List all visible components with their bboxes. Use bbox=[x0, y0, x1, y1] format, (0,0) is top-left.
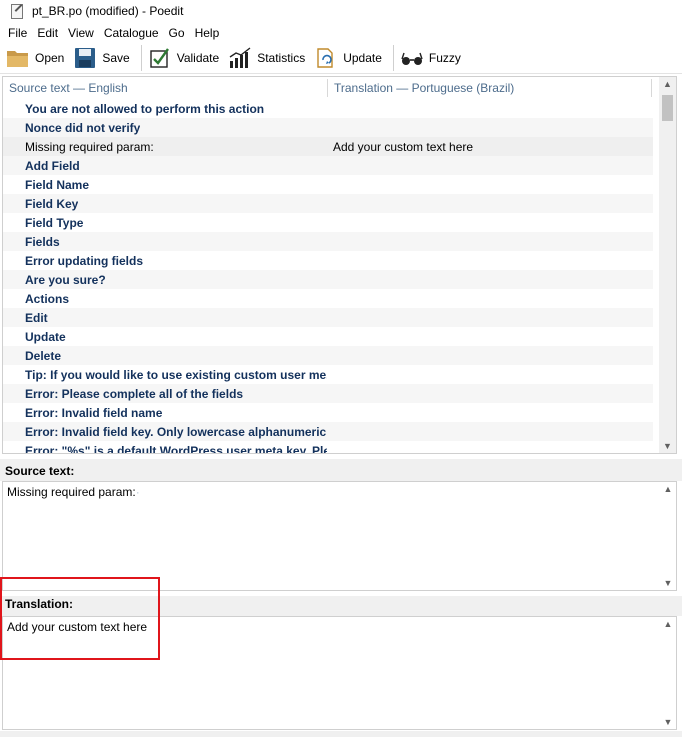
toolbar-separator bbox=[140, 45, 142, 71]
statistics-label: Statistics bbox=[257, 51, 306, 65]
window-title: pt_BR.po (modified) - Poedit bbox=[32, 4, 184, 18]
list-row[interactable]: Edit bbox=[3, 308, 653, 327]
list-row[interactable]: Error: "%s" is a default WordPress user … bbox=[3, 441, 653, 454]
list-row[interactable]: Error: Please complete all of the fields bbox=[3, 384, 653, 403]
menu-catalogue[interactable]: Catalogue bbox=[99, 26, 164, 40]
row-source: Nonce did not verify bbox=[25, 121, 141, 135]
translation-text-area[interactable]: Add your custom text here ▲ ▼ bbox=[2, 616, 677, 730]
row-source: Field Type bbox=[25, 216, 84, 230]
row-translation: Add your custom text here bbox=[333, 140, 474, 154]
fuzzy-label: Fuzzy bbox=[428, 51, 461, 65]
row-source: Error: Invalid field key. Only lowercase… bbox=[25, 425, 327, 439]
title-bar: pt_BR.po (modified) - Poedit bbox=[0, 0, 682, 22]
row-source: Add Field bbox=[25, 159, 80, 173]
list-row[interactable]: Add Field bbox=[3, 156, 653, 175]
source-text-area[interactable]: Missing required param:· ▲ ▼ bbox=[2, 481, 677, 591]
list-scrollbar[interactable]: ▲ ▼ bbox=[659, 77, 676, 453]
scroll-up-icon[interactable]: ▲ bbox=[660, 482, 676, 496]
scrollbar-thumb[interactable] bbox=[662, 95, 673, 121]
toolbar-separator bbox=[392, 45, 394, 71]
row-source: Delete bbox=[25, 349, 62, 363]
open-label: Open bbox=[35, 51, 65, 65]
row-source: Actions bbox=[25, 292, 70, 306]
validate-button[interactable]: Validate bbox=[146, 44, 224, 72]
floppy-disk-icon bbox=[73, 46, 97, 70]
row-source: Update bbox=[25, 330, 66, 344]
list-header: Source text — English Translation — Port… bbox=[3, 77, 659, 99]
list-row[interactable]: Update bbox=[3, 327, 653, 346]
list-rows: You are not allowed to perform this acti… bbox=[3, 99, 659, 454]
row-source: Missing required param: bbox=[25, 140, 154, 154]
validate-label: Validate bbox=[176, 51, 220, 65]
list-row[interactable]: Tip: If you would like to use existing c… bbox=[3, 365, 653, 384]
source-text-label: Source text: bbox=[0, 459, 682, 481]
translation-scrollbar[interactable]: ▲ ▼ bbox=[660, 617, 676, 729]
list-row[interactable]: Actions bbox=[3, 289, 653, 308]
list-row[interactable]: Field Type bbox=[3, 213, 653, 232]
row-source: You are not allowed to perform this acti… bbox=[25, 102, 265, 116]
translation-label: Translation: bbox=[0, 596, 682, 616]
menu-edit[interactable]: Edit bbox=[32, 26, 63, 40]
list-row-selected[interactable]: Missing required param: Add your custom t… bbox=[3, 137, 653, 156]
save-button[interactable]: Save bbox=[71, 44, 134, 72]
status-strip bbox=[0, 731, 682, 737]
list-row[interactable]: Error updating fields bbox=[3, 251, 653, 270]
statistics-button[interactable]: Statistics bbox=[226, 44, 310, 72]
scroll-down-icon[interactable]: ▼ bbox=[659, 439, 676, 453]
menu-go[interactable]: Go bbox=[164, 26, 190, 40]
menu-file[interactable]: File bbox=[3, 26, 32, 40]
row-source: Error updating fields bbox=[25, 254, 144, 268]
folder-icon bbox=[6, 46, 30, 70]
row-source: Error: "%s" is a default WordPress user … bbox=[25, 444, 327, 454]
menu-bar: File Edit View Catalogue Go Help bbox=[0, 23, 682, 43]
list-row[interactable]: Nonce did not verify bbox=[3, 118, 653, 137]
update-label: Update bbox=[343, 51, 382, 65]
document-icon bbox=[10, 4, 24, 19]
row-source: Error: Please complete all of the fields bbox=[25, 387, 244, 401]
scroll-down-icon[interactable]: ▼ bbox=[660, 576, 676, 590]
list-row[interactable]: Error: Invalid field key. Only lowercase… bbox=[3, 422, 653, 441]
row-source: Field Name bbox=[25, 178, 90, 192]
column-header-source[interactable]: Source text — English bbox=[9, 81, 128, 95]
row-source: Field Key bbox=[25, 197, 79, 211]
trailing-space-marker: · bbox=[135, 485, 140, 499]
list-row[interactable]: Fields bbox=[3, 232, 653, 251]
translation-text-value: Add your custom text here bbox=[7, 620, 148, 634]
glasses-icon bbox=[400, 46, 424, 70]
save-label: Save bbox=[102, 51, 130, 65]
row-source: Fields bbox=[25, 235, 60, 249]
column-divider[interactable] bbox=[651, 79, 652, 97]
list-row[interactable]: Delete bbox=[3, 346, 653, 365]
source-scrollbar[interactable]: ▲ ▼ bbox=[660, 482, 676, 590]
update-icon bbox=[314, 46, 338, 70]
toolbar: Open Save Validate Statistics Update Fuz… bbox=[0, 43, 682, 74]
menu-help[interactable]: Help bbox=[190, 26, 225, 40]
list-row[interactable]: Error: Invalid field name bbox=[3, 403, 653, 422]
row-source: Edit bbox=[25, 311, 48, 325]
fuzzy-button[interactable]: Fuzzy bbox=[398, 44, 466, 72]
list-row[interactable]: You are not allowed to perform this acti… bbox=[3, 99, 653, 118]
list-row[interactable]: Are you sure? bbox=[3, 270, 653, 289]
column-header-translation[interactable]: Translation — Portuguese (Brazil) bbox=[334, 81, 514, 95]
column-divider[interactable] bbox=[327, 79, 328, 97]
list-row[interactable]: Field Name bbox=[3, 175, 653, 194]
list-row[interactable]: Field Key bbox=[3, 194, 653, 213]
bar-chart-icon bbox=[228, 46, 252, 70]
scroll-up-icon[interactable]: ▲ bbox=[660, 617, 676, 631]
open-button[interactable]: Open bbox=[4, 44, 69, 72]
checkmark-icon bbox=[148, 46, 172, 70]
row-source: Error: Invalid field name bbox=[25, 406, 163, 420]
source-text-value: Missing required param:· bbox=[7, 485, 140, 499]
scroll-down-icon[interactable]: ▼ bbox=[660, 715, 676, 729]
update-button[interactable]: Update bbox=[312, 44, 387, 72]
row-source: Are you sure? bbox=[25, 273, 106, 287]
translation-list[interactable]: Source text — English Translation — Port… bbox=[2, 76, 677, 454]
menu-view[interactable]: View bbox=[63, 26, 99, 40]
scroll-up-icon[interactable]: ▲ bbox=[659, 77, 676, 91]
row-source: Tip: If you would like to use existing c… bbox=[25, 368, 327, 382]
